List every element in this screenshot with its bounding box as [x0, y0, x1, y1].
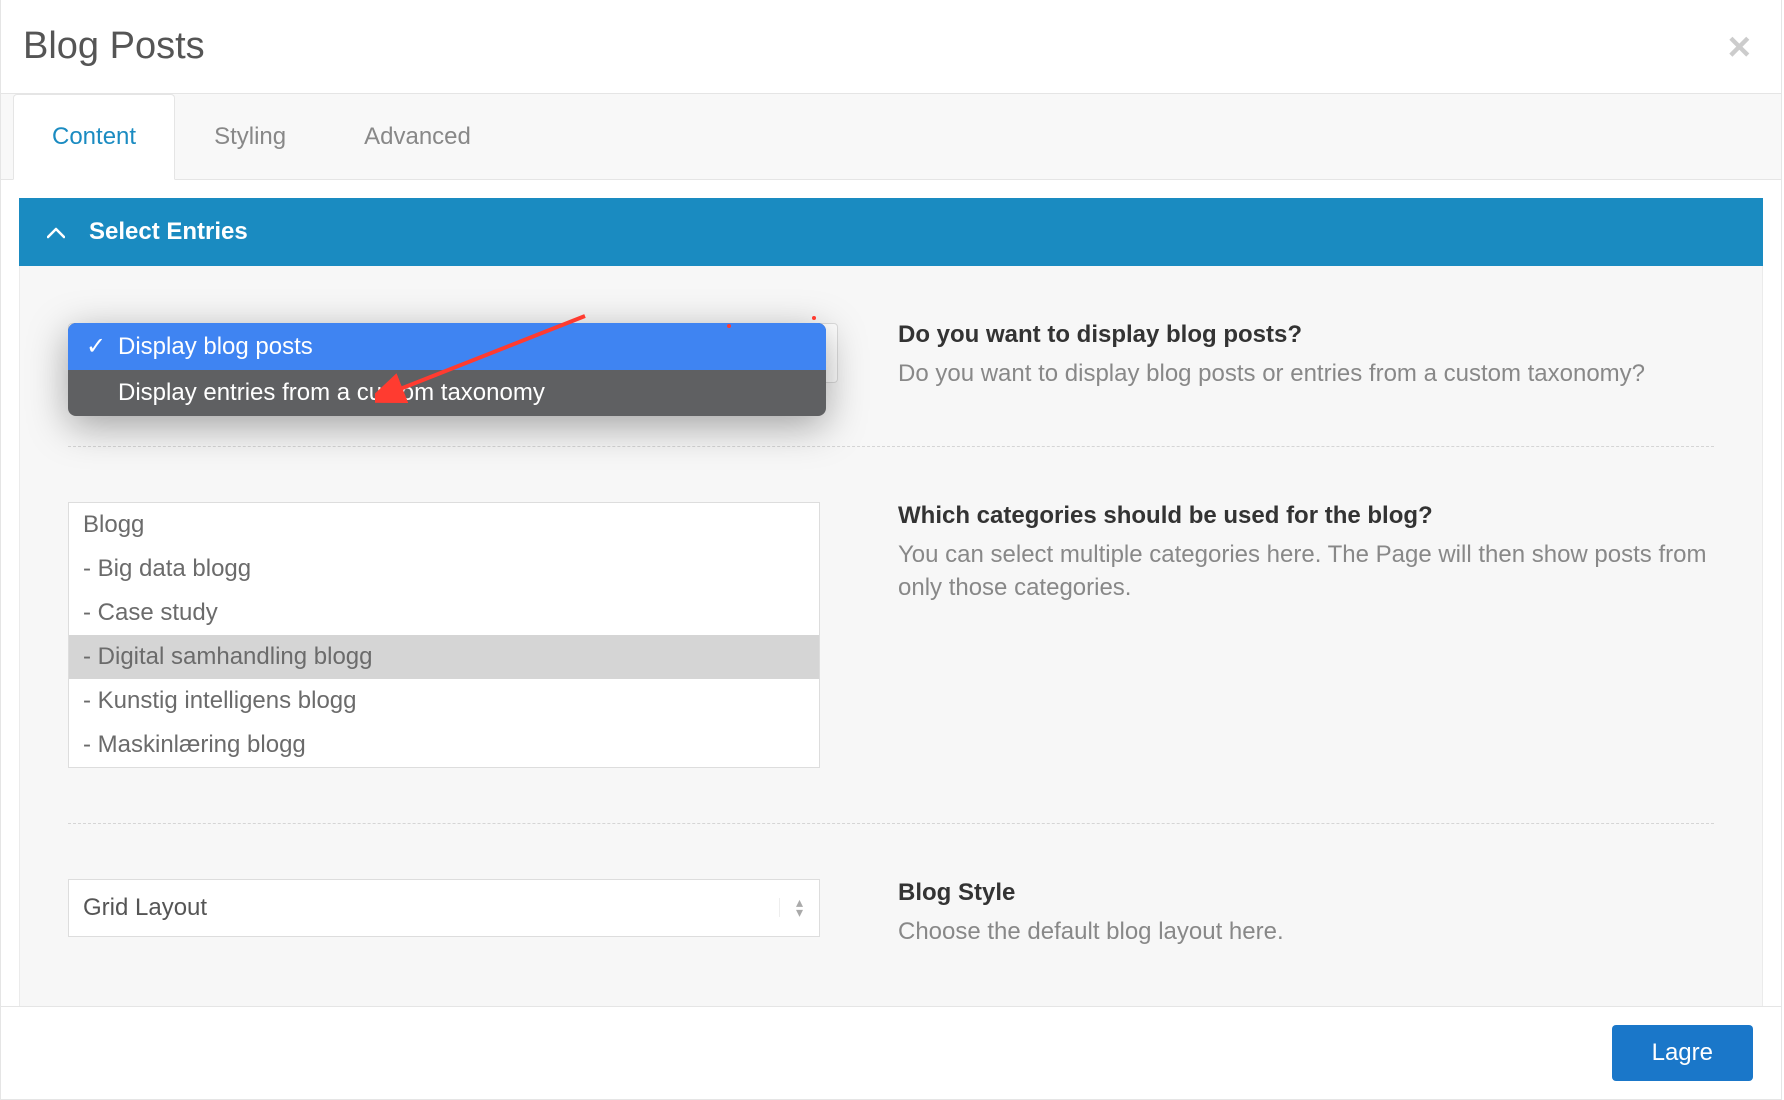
category-item[interactable]: - Big data blogg [69, 547, 819, 591]
option-display-blog-posts[interactable]: ✓ Display blog posts [68, 323, 826, 370]
tab-content[interactable]: Content [13, 94, 175, 180]
close-icon[interactable]: × [1728, 27, 1751, 67]
option-display-custom-taxonomy[interactable]: Display entries from a custom taxonomy [68, 370, 826, 416]
save-button[interactable]: Lagre [1612, 1025, 1753, 1081]
category-item[interactable]: - Case study [69, 591, 819, 635]
row-blog-style: Grid Layout ▴▾ Blog Style Choose the def… [68, 823, 1714, 1006]
display-type-dropdown: ✓ Display blog posts Display entries fro… [68, 323, 826, 416]
row-categories: Blogg - Big data blogg - Case study - Di… [68, 446, 1714, 823]
modal-header: Blog Posts × [1, 0, 1781, 94]
modal-footer: Lagre [1, 1006, 1781, 1099]
content-panel: Select Entries ✓ Display blog posts Disp… [1, 180, 1781, 1006]
row-desc: Do you want to display blog posts or ent… [898, 357, 1714, 391]
row-desc: Choose the default blog layout here. [898, 915, 1714, 949]
row-label: Blog Style [898, 879, 1714, 907]
tab-advanced[interactable]: Advanced [325, 94, 510, 179]
row-desc: You can select multiple categories here.… [898, 538, 1714, 605]
accordion-select-entries[interactable]: Select Entries [19, 198, 1763, 266]
select-value: Grid Layout [69, 880, 779, 936]
blog-style-select[interactable]: Grid Layout ▴▾ [68, 879, 820, 937]
category-item[interactable]: - Kunstig intelligens blogg [69, 679, 819, 723]
category-item[interactable]: - Maskinlæring blogg [69, 723, 819, 767]
tab-bar: Content Styling Advanced [1, 94, 1781, 180]
category-item[interactable]: - Digital samhandling blogg [69, 635, 819, 679]
categories-multiselect[interactable]: Blogg - Big data blogg - Case study - Di… [68, 502, 820, 768]
check-icon: ✓ [86, 332, 104, 361]
option-label: Display entries from a custom taxonomy [118, 379, 545, 407]
category-item[interactable]: Blogg [69, 503, 819, 547]
tab-styling[interactable]: Styling [175, 94, 325, 179]
row-display-type: ✓ Display blog posts Display entries fro… [68, 266, 1714, 446]
annotation-dot [727, 324, 731, 328]
blog-posts-modal: Blog Posts × Content Styling Advanced Se… [0, 0, 1782, 1100]
option-label: Display blog posts [118, 333, 313, 361]
row-label: Which categories should be used for the … [898, 502, 1714, 530]
row-label: Do you want to display blog posts? [898, 321, 1714, 349]
updown-icon: ▴▾ [779, 898, 819, 918]
chevron-up-icon [47, 218, 65, 246]
accordion-title: Select Entries [89, 218, 248, 246]
modal-title: Blog Posts [23, 25, 205, 68]
annotation-dot [812, 316, 816, 320]
accordion-body: ✓ Display blog posts Display entries fro… [19, 266, 1763, 1006]
